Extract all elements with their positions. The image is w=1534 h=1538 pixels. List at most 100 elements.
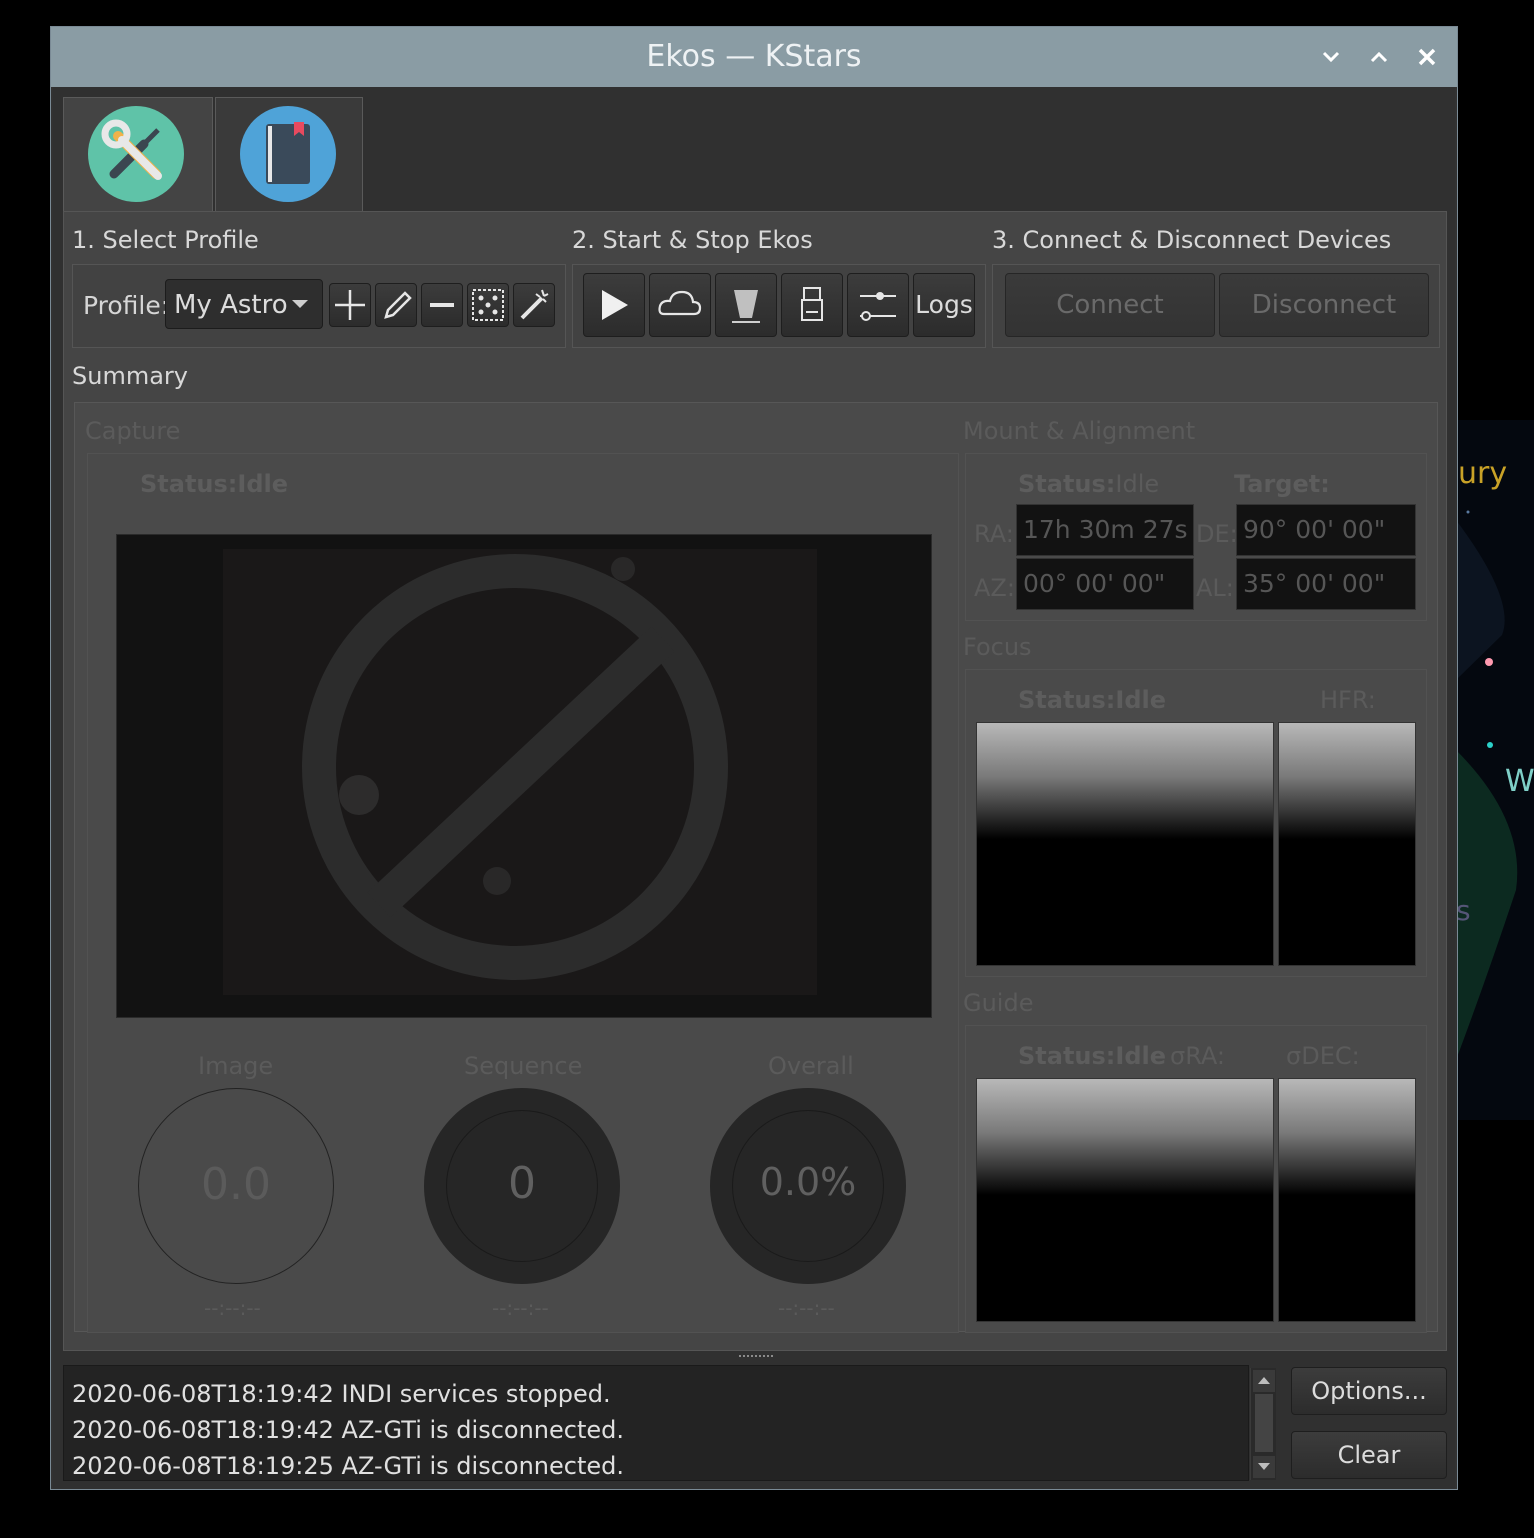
capture-status-label: Status: xyxy=(140,470,238,498)
az-value: 00° 00' 00" xyxy=(1023,569,1166,598)
summary-panel: Capture Status:Idle Image 0.0 --:--:-- S… xyxy=(74,402,1438,1333)
sky-label-s: s xyxy=(1456,894,1471,927)
focus-status-label: Status: xyxy=(1018,686,1116,714)
sequence-progress-time: --:--:-- xyxy=(492,1296,549,1320)
az-field: 00° 00' 00" xyxy=(1016,558,1194,610)
mount-status-value: Idle xyxy=(1115,470,1160,498)
connect-button[interactable]: Connect xyxy=(1005,273,1215,337)
al-label: AL: xyxy=(1196,574,1234,602)
mount-status: Status:Idle xyxy=(1018,470,1159,498)
ekos-window: Ekos — KStars 1. Select Profile 2. Start… xyxy=(50,26,1458,1490)
capture-group: Status:Idle Image 0.0 --:--:-- Sequence … xyxy=(87,453,959,1333)
sequence-progress-label: Sequence xyxy=(464,1052,583,1080)
profile-group: Profile: My Astro xyxy=(72,264,566,348)
capture-status-value: Idle xyxy=(237,470,289,498)
summary-label: Summary xyxy=(72,362,188,390)
profile-field-label: Profile: xyxy=(83,291,170,320)
al-value: 35° 00' 00" xyxy=(1243,569,1386,598)
clear-button[interactable]: Clear xyxy=(1291,1431,1447,1479)
sliders-icon xyxy=(860,292,896,321)
focus-star-image xyxy=(976,722,1274,966)
options-button[interactable]: Options... xyxy=(1291,1367,1447,1415)
devices-group: Connect Disconnect xyxy=(992,264,1440,348)
guide-profile-image xyxy=(1278,1078,1416,1322)
dice-icon xyxy=(472,289,504,321)
minimize-button[interactable] xyxy=(1313,39,1349,75)
de-label: DE: xyxy=(1196,520,1238,548)
chevron-up-icon xyxy=(1370,51,1388,63)
title-bar[interactable]: Ekos — KStars xyxy=(51,27,1457,87)
logs-button[interactable]: Logs xyxy=(913,273,975,337)
start-stop-group: Logs xyxy=(572,264,986,348)
client-area: 1. Select Profile 2. Start & Stop Ekos 3… xyxy=(53,87,1455,1489)
mount-group: Status:Idle Target: RA: 17h 30m 27s DE: … xyxy=(965,453,1427,621)
telescope-icon xyxy=(732,290,760,323)
sequence-progress-value: 0 xyxy=(508,1158,536,1209)
device-manager-button[interactable] xyxy=(781,273,843,337)
indi-control-panel-button[interactable] xyxy=(649,273,711,337)
start-stop-label: 2. Start & Stop Ekos xyxy=(572,226,813,254)
close-button[interactable] xyxy=(1409,39,1445,75)
log-line: 2020-06-08T18:19:42 AZ-GTi is disconnect… xyxy=(72,1416,624,1444)
plus-icon xyxy=(335,290,365,320)
select-profile-label: 1. Select Profile xyxy=(72,226,259,254)
settings-sliders-button[interactable] xyxy=(847,273,909,337)
no-image-icon xyxy=(223,549,817,995)
capture-preview[interactable] xyxy=(116,534,932,1018)
logs-button-label: Logs xyxy=(915,290,973,319)
sky-label-planet: ury xyxy=(1458,456,1508,491)
profile-select[interactable]: My Astro xyxy=(165,279,323,329)
al-field: 35° 00' 00" xyxy=(1236,558,1416,610)
mount-label: Mount & Alignment xyxy=(963,417,1196,445)
disconnect-button[interactable]: Disconnect xyxy=(1219,273,1429,337)
log-scrollbar[interactable] xyxy=(1250,1368,1276,1480)
sky-label-west: W xyxy=(1505,764,1534,799)
tab-setup[interactable] xyxy=(63,97,213,211)
guide-status-label: Status: xyxy=(1018,1042,1116,1070)
scroll-arrows-icon xyxy=(1253,1370,1275,1478)
custom-driver-button[interactable] xyxy=(467,283,509,327)
profile-wizard-button[interactable] xyxy=(513,283,555,327)
magic-wand-icon xyxy=(520,289,549,320)
edit-profile-button[interactable] xyxy=(375,283,417,327)
focus-label: Focus xyxy=(963,633,1032,661)
mount-status-label: Status: xyxy=(1018,470,1116,498)
capture-label: Capture xyxy=(85,417,181,445)
image-progress-dial: 0.0 xyxy=(138,1088,334,1284)
image-progress-value: 0.0 xyxy=(201,1159,271,1210)
notebook-icon xyxy=(240,106,336,202)
mount-control-button[interactable] xyxy=(715,273,777,337)
image-progress-label: Image xyxy=(198,1052,274,1080)
guide-label: Guide xyxy=(963,989,1034,1017)
dropdown-arrow-icon xyxy=(292,300,308,308)
sequence-progress-dial: 0 xyxy=(424,1088,620,1284)
splitter-handle[interactable] xyxy=(739,1355,773,1361)
maximize-button[interactable] xyxy=(1361,39,1397,75)
minus-icon xyxy=(430,303,454,307)
de-value: 90° 00' 00" xyxy=(1243,515,1386,544)
delete-profile-button[interactable] xyxy=(421,283,463,327)
log-line: 2020-06-08T18:19:42 INDI services stoppe… xyxy=(72,1380,611,1408)
pencil-icon xyxy=(384,291,412,319)
log-view[interactable]: 2020-06-08T18:19:42 INDI services stoppe… xyxy=(63,1365,1276,1481)
de-field: 90° 00' 00" xyxy=(1236,504,1416,556)
overall-progress-label: Overall xyxy=(768,1052,854,1080)
play-icon xyxy=(602,290,628,320)
log-line: 2020-06-08T18:19:25 AZ-GTi is disconnect… xyxy=(72,1452,624,1480)
setup-panel: 1. Select Profile 2. Start & Stop Ekos 3… xyxy=(63,211,1447,1351)
sigma-dec-label: σDEC: xyxy=(1286,1042,1360,1070)
guide-status: Status:Idle xyxy=(1018,1042,1166,1070)
hfr-label: HFR: xyxy=(1320,686,1376,714)
profile-select-value: My Astro xyxy=(174,290,288,320)
cloud-icon xyxy=(658,290,702,316)
ra-value: 17h 30m 27s xyxy=(1023,515,1188,544)
clear-button-label: Clear xyxy=(1337,1441,1401,1469)
close-icon xyxy=(1418,48,1436,66)
add-profile-button[interactable] xyxy=(329,283,371,327)
tab-notebook[interactable] xyxy=(215,97,363,211)
window-title: Ekos — KStars xyxy=(646,39,862,74)
connect-button-label: Connect xyxy=(1056,290,1164,320)
options-button-label: Options... xyxy=(1311,1377,1427,1405)
start-ekos-button[interactable] xyxy=(583,273,645,337)
overall-progress-value: 0.0% xyxy=(759,1160,857,1204)
